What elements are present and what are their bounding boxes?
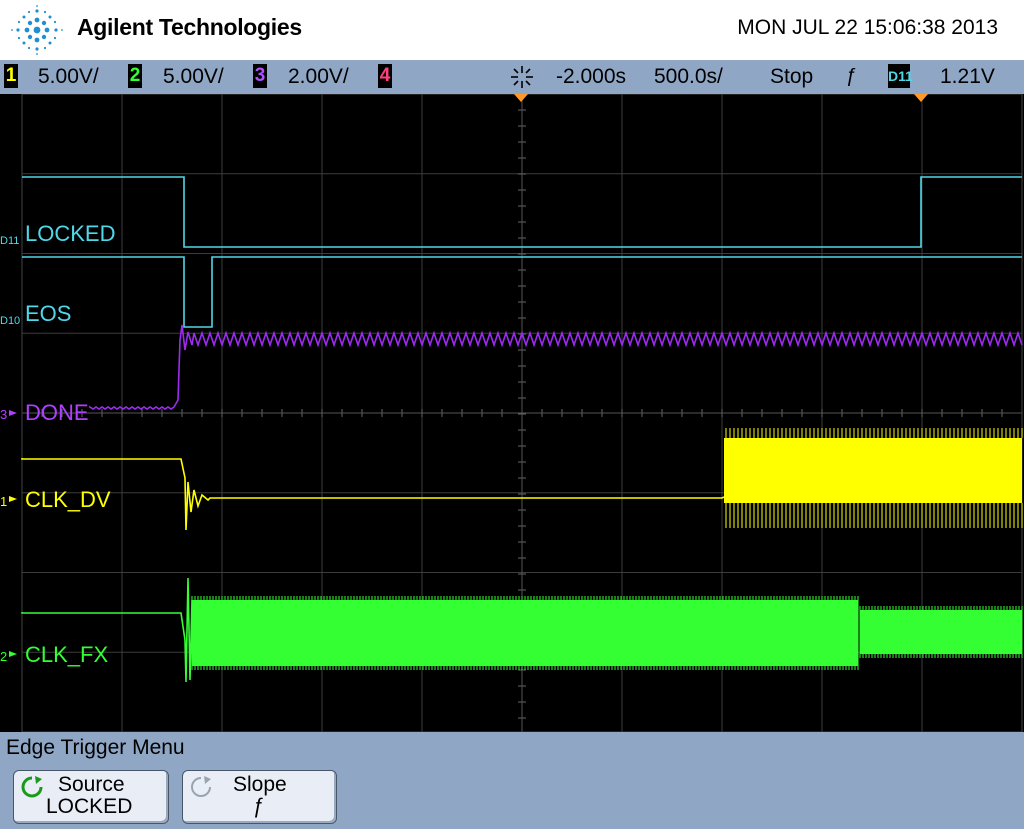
source-softkey[interactable]: Source LOCKED [13,770,169,824]
clk-fx-marker: 2 [0,649,7,664]
channel-3-badge[interactable]: 3 [253,64,267,88]
brand-name: Agilent Technologies [77,14,302,40]
done-label: DONE [25,400,89,425]
clk-dv-marker: 1 [0,494,7,509]
status-bar: 1 5.00V/ 2 5.00V/ 3 2.00V/ 4 -2.000s 500… [0,60,1024,94]
trigger-source-badge: D11 [888,64,913,88]
done-marker: 3 [0,407,7,422]
channel-1-badge[interactable]: 1 [4,64,18,88]
rotate-knob-icon [191,776,211,797]
trigger-slope-icon: ƒ [846,65,858,87]
source-softkey-label: Source [58,773,125,796]
agilent-logo-icon [11,5,63,55]
delay-marker-icon [514,94,528,102]
slope-softkey-label: Slope [233,773,287,796]
locked-label: LOCKED [25,221,115,246]
done-ground-icon [9,410,17,416]
clk-fx-ground-icon [9,651,17,657]
delay-value: -2.000s [556,65,627,88]
source-softkey-value: LOCKED [46,795,133,818]
slope-softkey[interactable]: Slope ƒ [182,770,337,824]
channel-4-badge[interactable]: 4 [378,64,392,88]
channel-2-scale: 5.00V/ [163,65,224,88]
clk-dv-ground-icon [9,496,17,502]
eos-marker: D10 [0,315,20,327]
trigger-level: 1.21V [940,65,995,88]
menu-title: Edge Trigger Menu [6,736,185,759]
timebase-value: 500.0s/ [654,65,723,88]
channel-1-scale: 5.00V/ [38,65,99,88]
waveform-display: D11 LOCKED D10 EOS 3 DONE 1 CLK_DV 2 CLK… [0,94,1023,732]
softkey-menu: Edge Trigger Menu Source LOCKED Slope ƒ [0,732,1024,829]
title-bar: Agilent Technologies MON JUL 22 15:06:38… [0,0,1024,60]
trigger-position-marker-icon [914,94,928,102]
run-state: Stop [770,65,814,88]
datetime: MON JUL 22 15:06:38 2013 [737,16,998,39]
delay-knob-icon [511,66,533,88]
rotate-knob-icon [21,776,43,798]
clk-fx-label: CLK_FX [25,642,108,667]
channel-3-scale: 2.00V/ [288,65,349,88]
channel-2-badge[interactable]: 2 [128,64,142,88]
slope-softkey-value: ƒ [253,795,265,818]
done-trace [89,324,1023,410]
clk-dv-label: CLK_DV [25,487,111,512]
eos-label: EOS [25,301,71,326]
locked-marker: D11 [0,235,19,247]
